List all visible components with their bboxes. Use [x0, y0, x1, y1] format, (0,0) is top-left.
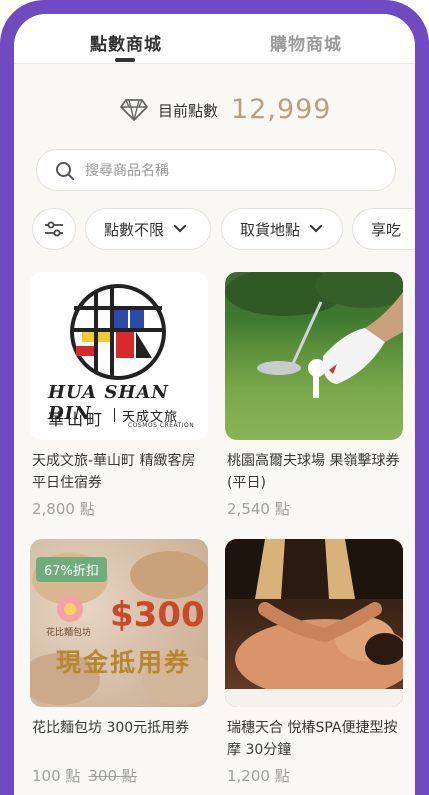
- product-price: 2,800 點: [32, 498, 95, 519]
- product-title: 桃園高爾夫球場 果嶺擊球券(平日): [227, 453, 400, 491]
- product-title: 天成文旅-華山町 精緻客房平日住宿券: [32, 453, 196, 491]
- active-tab-indicator: [115, 58, 135, 62]
- product-image-bakery: 花比麵包坊 $300 現金抵用券 67%折扣: [30, 539, 208, 707]
- product-price: 2,540 點: [227, 498, 290, 519]
- points-summary: 目前點數 12,999: [14, 94, 415, 134]
- product-price: 1,200 點: [227, 765, 290, 786]
- filter-category-label: 享吃: [371, 220, 402, 239]
- chevron-down-icon: [174, 225, 187, 233]
- price-current: 2,800 點: [32, 500, 95, 518]
- tab-bar: 點數商城 購物商城: [14, 14, 415, 64]
- price-original: 300 點: [88, 767, 137, 785]
- sliders-icon: [45, 221, 63, 237]
- product-image-huashandin: HUA SHAN DIN 華山町 天成文旅 COSMOS CREATION: [30, 272, 208, 440]
- diamond-icon: [120, 99, 148, 121]
- filter-settings-button[interactable]: [32, 208, 76, 250]
- filter-points-label: 點數不限: [104, 220, 165, 239]
- search-icon: [56, 162, 74, 180]
- discount-badge: 67%折扣: [36, 557, 107, 582]
- search-input[interactable]: [85, 160, 375, 182]
- filter-pickup-dropdown[interactable]: 取貨地點: [221, 208, 343, 250]
- filter-points-dropdown[interactable]: 點數不限: [85, 208, 211, 250]
- golf-scene: [225, 272, 403, 398]
- brand-line4: COSMOS CREATION: [128, 422, 195, 429]
- app-screen: 點數商城 購物商城 目前點數 12,999 點數不限: [14, 14, 415, 795]
- product-image-golf: [225, 272, 403, 440]
- bakery-caption: 現金抵用券: [56, 648, 192, 677]
- massage-scene: [225, 539, 403, 707]
- product-image-spa: [225, 539, 403, 707]
- tab-shopping-mall[interactable]: 購物商城: [270, 30, 342, 55]
- search-bar[interactable]: [36, 149, 396, 191]
- price-current: 100 點: [32, 767, 81, 785]
- product-title: 瑞穗天合 悅椿SPA便捷型按摩 30分鐘: [227, 720, 398, 758]
- brand-line2: 華山町: [48, 410, 106, 429]
- points-value: 12,999: [231, 94, 332, 125]
- bakery-amount: $300: [110, 595, 205, 635]
- filter-category-chip[interactable]: 享吃: [352, 208, 415, 250]
- price-current: 1,200 點: [227, 767, 290, 785]
- chevron-down-icon: [310, 225, 323, 233]
- bakery-shop-name: 花比麵包坊: [46, 628, 92, 638]
- filter-bar: 點數不限 取貨地點 享吃: [14, 208, 415, 252]
- product-price: 100 點 300 點: [32, 765, 137, 786]
- brand-divider: [114, 408, 115, 422]
- points-label: 目前點數: [158, 102, 219, 120]
- price-current: 2,540 點: [227, 500, 290, 518]
- product-title: 花比麵包坊 300元抵用券: [32, 720, 190, 736]
- tab-points-mall[interactable]: 點數商城: [90, 30, 162, 55]
- filter-pickup-label: 取貨地點: [240, 220, 301, 239]
